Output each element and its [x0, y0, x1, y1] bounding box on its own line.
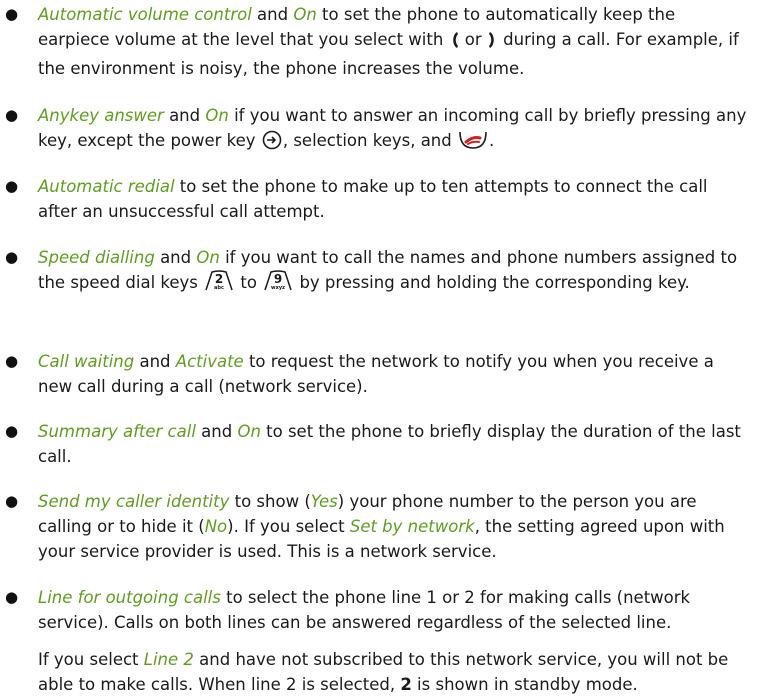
option-line-2: Line 2	[143, 650, 194, 669]
bullet: ●	[5, 352, 19, 370]
term-summary-after-call: Summary after call	[38, 422, 196, 441]
bullet: ●	[5, 5, 19, 23]
option-on: On	[205, 106, 229, 125]
term-speed-dialling: Speed dialling	[38, 248, 155, 267]
key-2-letters: abc	[214, 285, 224, 291]
item-description-cont2: ). If you select	[227, 517, 350, 536]
standby-indicator-2: 2	[400, 675, 412, 694]
text-to: to	[235, 273, 263, 292]
item-text: Call waiting and Activate to request the…	[38, 349, 750, 399]
text-period: .	[488, 131, 495, 150]
item-text: Automatic volume control and On to set t…	[38, 2, 750, 81]
item-description-cont: by pressing and holding the correspondin…	[294, 273, 690, 292]
power-key-icon	[262, 130, 282, 157]
term-automatic-volume-control: Automatic volume control	[38, 5, 252, 24]
item-description-cont: , selection keys, and	[282, 131, 457, 150]
term-call-waiting: Call waiting	[38, 352, 135, 371]
option-on: On	[293, 5, 317, 24]
text-or: or	[459, 30, 487, 49]
item-subparagraph: If you select Line 2 and have not subscr…	[38, 647, 750, 697]
option-set-by-network: Set by network	[349, 517, 475, 536]
bullet: ●	[5, 106, 19, 124]
item-description: to show (	[229, 492, 311, 511]
item-subparagraph-end: is shown in standby mode.	[411, 675, 638, 694]
bullet: ●	[5, 248, 19, 266]
option-on: On	[196, 248, 220, 267]
option-yes: Yes	[310, 492, 338, 511]
term-automatic-redial: Automatic redial	[38, 177, 175, 196]
volume-right-icon	[488, 31, 497, 56]
key-9-letters: wxyz	[271, 285, 285, 291]
item-text: Speed dialling and On if you want to cal…	[38, 245, 750, 299]
term-anykey-answer: Anykey answer	[38, 106, 164, 125]
option-no: No	[204, 517, 228, 536]
text-and: and	[163, 106, 206, 125]
text-and: and	[251, 5, 294, 24]
volume-left-icon	[450, 31, 459, 56]
text-and: and	[195, 422, 238, 441]
text-if-you-select: If you select	[38, 650, 144, 669]
term-line-for-outgoing-calls: Line for outgoing calls	[38, 588, 221, 607]
text-and: and	[134, 352, 176, 371]
bullet: ●	[5, 422, 19, 440]
bullet: ●	[5, 177, 19, 195]
item-text: Anykey answer and On if you want to answ…	[38, 103, 750, 157]
term-send-my-caller-identity: Send my caller identity	[38, 492, 230, 511]
item-text: Summary after call and On to set the pho…	[38, 419, 750, 469]
item-text: Line for outgoing calls to select the ph…	[38, 585, 750, 635]
bullet: ●	[5, 588, 19, 606]
bullet: ●	[5, 492, 19, 510]
key-9-icon: 9 wxyz	[263, 270, 293, 299]
option-on: On	[237, 422, 261, 441]
key-2-digit: 2	[215, 272, 223, 286]
item-text: Automatic redial to set the phone to mak…	[38, 174, 750, 224]
key-2-icon: 2 abc	[204, 270, 234, 299]
end-call-key-icon	[458, 130, 488, 157]
text-and: and	[154, 248, 197, 267]
item-text: Send my caller identity to show (Yes) yo…	[38, 489, 750, 564]
option-activate: Activate	[175, 352, 244, 371]
key-9-digit: 9	[274, 272, 282, 286]
